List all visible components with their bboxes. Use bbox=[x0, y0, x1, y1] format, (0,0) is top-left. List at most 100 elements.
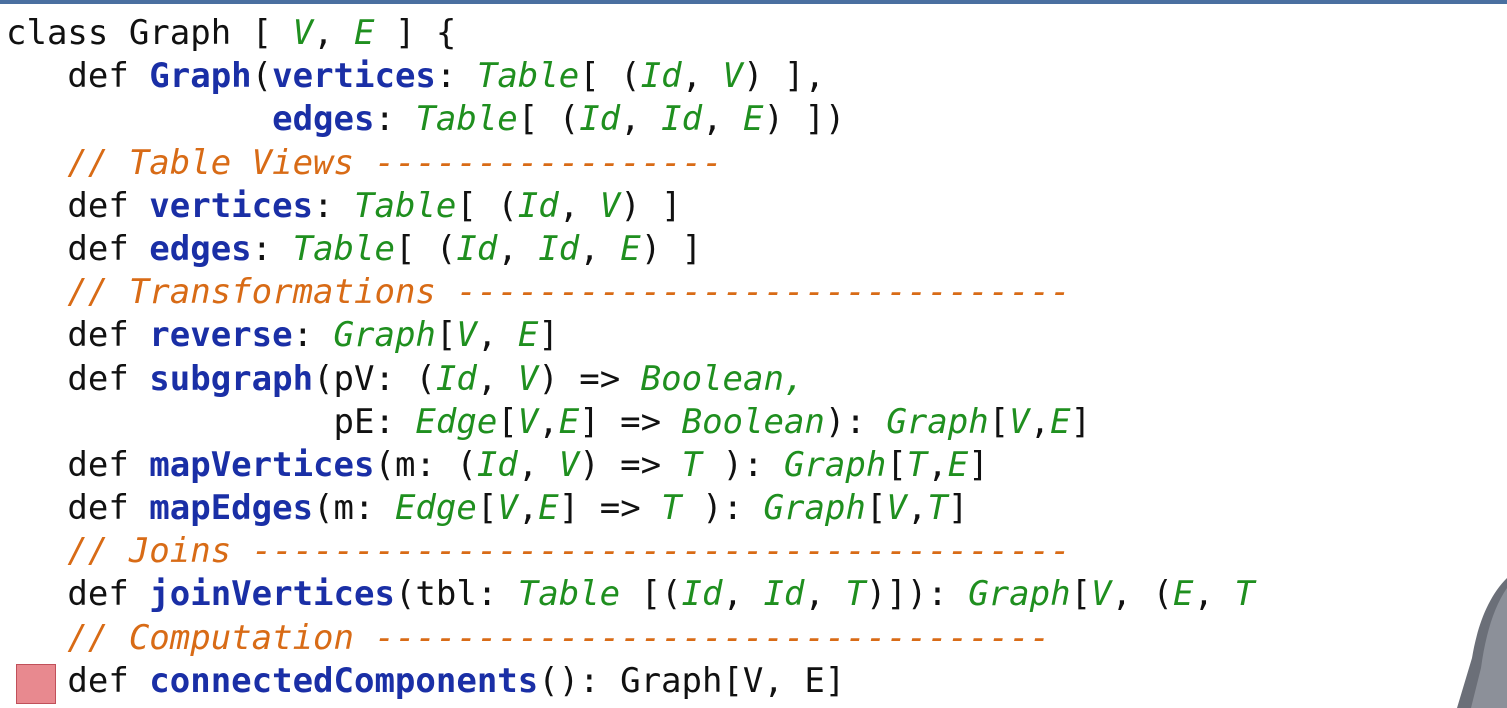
code-line: def edges: Table[ (Id, Id, E) ] bbox=[6, 228, 1255, 271]
code-token: [ bbox=[435, 315, 457, 356]
code-token: Id bbox=[763, 574, 805, 615]
code-token: T bbox=[661, 488, 682, 529]
code-token: Table bbox=[354, 185, 457, 226]
code-line: // Transformations ---------------------… bbox=[6, 271, 1255, 314]
code-line: def mapVertices(m: (Id, V) => T ): Graph… bbox=[6, 444, 1255, 487]
code-token: ) => bbox=[538, 358, 641, 399]
code-line: class Graph [ V, E ] { bbox=[6, 12, 1255, 55]
code-token: Graph bbox=[763, 488, 866, 529]
slide-bullet-marker bbox=[16, 664, 56, 704]
code-token: E bbox=[558, 401, 580, 442]
code-token: Id bbox=[435, 358, 477, 399]
code-token: // Computation -------------------------… bbox=[67, 617, 1050, 658]
code-token: : bbox=[313, 185, 355, 226]
code-token: , bbox=[517, 488, 539, 529]
code-token: ): bbox=[681, 488, 764, 529]
code-token: , bbox=[517, 444, 559, 485]
code-token: : bbox=[435, 56, 477, 97]
code-token: , bbox=[497, 228, 539, 269]
code-token: // Transformations ---------------------… bbox=[67, 272, 1071, 313]
code-line: def reverse: Graph[V, E] bbox=[6, 314, 1255, 357]
code-token: vertices bbox=[272, 56, 436, 97]
code-token: Id bbox=[661, 99, 703, 140]
code-line: def Graph(vertices: Table[ (Id, V) ], bbox=[6, 55, 1255, 98]
code-token: ] => bbox=[579, 401, 682, 442]
code-token: , bbox=[579, 228, 621, 269]
code-line: edges: Table[ (Id, Id, E) ]) bbox=[6, 98, 1255, 141]
code-token: Graph bbox=[149, 56, 252, 97]
code-token: , bbox=[722, 574, 764, 615]
code-token: [ ( bbox=[456, 185, 518, 226]
code-token: Table bbox=[292, 228, 395, 269]
code-token: [( bbox=[620, 574, 682, 615]
code-token: : bbox=[251, 228, 293, 269]
code-token: Edge bbox=[415, 401, 498, 442]
code-token: , bbox=[927, 444, 948, 485]
code-token: E bbox=[743, 99, 764, 140]
code-line: // Table Views ----------------- bbox=[6, 142, 1255, 185]
code-token: connectedComponents bbox=[149, 660, 539, 701]
code-token: [ ( bbox=[394, 228, 457, 269]
code-token: def bbox=[6, 228, 150, 269]
code-token: mapEdges bbox=[149, 488, 314, 529]
code-token: Id bbox=[456, 228, 498, 269]
code-token: V bbox=[1091, 574, 1112, 615]
code-token: ] { bbox=[374, 13, 457, 53]
code-token: , bbox=[558, 185, 600, 226]
code-token: [ bbox=[497, 401, 518, 442]
code-token: edges bbox=[272, 99, 375, 140]
code-token: Table bbox=[415, 99, 518, 140]
code-token: def bbox=[6, 56, 150, 97]
code-token: Graph bbox=[886, 401, 989, 442]
code-token: , bbox=[1029, 401, 1051, 442]
code-token: Id bbox=[538, 228, 580, 269]
code-token: , bbox=[538, 401, 559, 442]
code-token: ) => bbox=[579, 444, 682, 485]
code-token: ) ] bbox=[620, 185, 682, 226]
code-token: V bbox=[456, 315, 477, 356]
code-line: // Computation -------------------------… bbox=[6, 617, 1255, 660]
code-token: (tbl: bbox=[394, 574, 518, 615]
code-token: , ( bbox=[1111, 574, 1173, 615]
code-line: def vertices: Table[ (Id, V) ] bbox=[6, 185, 1255, 228]
code-token: (m: ( bbox=[374, 444, 477, 485]
code-token: // Table Views ----------------- bbox=[67, 142, 723, 183]
top-border bbox=[0, 0, 1507, 4]
code-token: (pV: ( bbox=[313, 358, 436, 399]
code-token: Boolean, bbox=[640, 358, 805, 399]
code-token: (): Graph[V, E] bbox=[538, 660, 846, 701]
code-token: def bbox=[6, 185, 150, 226]
code-token: Table bbox=[517, 574, 621, 615]
code-token: ] bbox=[947, 488, 969, 529]
code-token: // Joins -------------------------------… bbox=[67, 531, 1071, 572]
code-token: )]): bbox=[865, 574, 969, 615]
code-token: , bbox=[313, 13, 355, 53]
code-line: def subgraph(pV: (Id, V) => Boolean, bbox=[6, 358, 1255, 401]
code-line: // Joins -------------------------------… bbox=[6, 530, 1255, 573]
code-token: V bbox=[722, 56, 744, 97]
code-token: ) ] bbox=[640, 228, 703, 269]
code-token: Id bbox=[476, 444, 518, 485]
code-token: class Graph [ bbox=[6, 13, 293, 53]
code-token: E bbox=[538, 488, 559, 529]
code-token: [ bbox=[865, 488, 887, 529]
code-token: Id bbox=[517, 185, 559, 226]
code-token: ( bbox=[251, 56, 273, 97]
code-token: Id bbox=[579, 99, 621, 140]
code-token: Table bbox=[476, 56, 580, 97]
code-token: [ bbox=[1070, 574, 1092, 615]
code-token: [ bbox=[886, 444, 907, 485]
code-token: Graph bbox=[968, 574, 1071, 615]
code-token: ): bbox=[824, 401, 887, 442]
code-token: def bbox=[6, 444, 150, 485]
code-block: class Graph [ V, E ] { def Graph(vertice… bbox=[6, 12, 1255, 703]
code-line: def connectedComponents(): Graph[V, E] bbox=[6, 660, 1255, 703]
code-token: Boolean bbox=[681, 401, 825, 442]
code-token: Id bbox=[640, 56, 682, 97]
code-token: def bbox=[6, 488, 150, 529]
code-token: ] bbox=[1070, 401, 1092, 442]
